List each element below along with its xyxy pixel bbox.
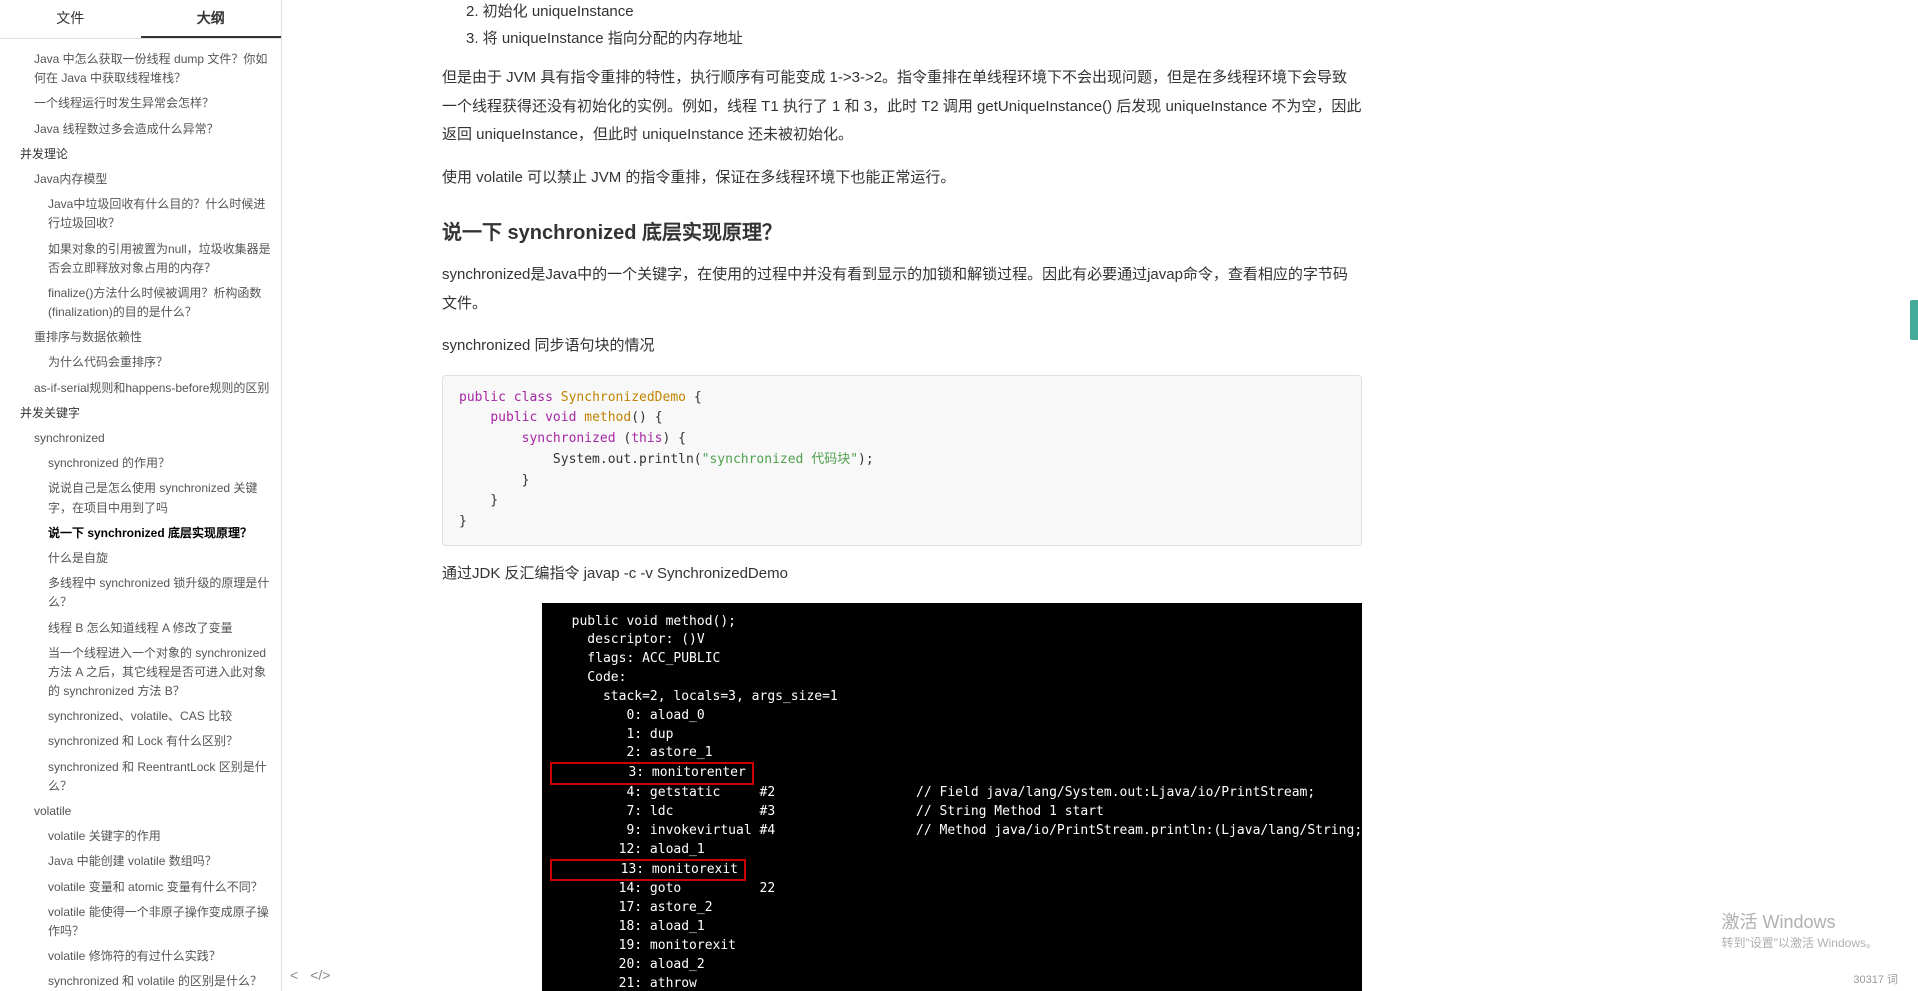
outline-item[interactable]: 为什么代码会重排序？ [0, 350, 281, 375]
app-root: 文件 大纲 Java 中怎么获取一份线程 dump 文件？你如何在 Java 中… [0, 0, 1918, 991]
code-icon[interactable]: </> [310, 967, 330, 983]
heading-sync-principle: 说一下 synchronized 底层实现原理？ [442, 216, 1362, 245]
outline-item[interactable]: volatile 关键字的作用 [0, 824, 281, 849]
tab-outline[interactable]: 大纲 [141, 0, 282, 38]
outline-item[interactable]: as-if-serial规则和happens-before规则的区别 [0, 376, 281, 401]
sidebar: 文件 大纲 Java 中怎么获取一份线程 dump 文件？你如何在 Java 中… [0, 0, 282, 991]
list-item: 3. 将 uniqueInstance 指向分配的内存地址 [466, 27, 1362, 48]
outline-item[interactable]: synchronized 和 ReentrantLock 区别是什么？ [0, 755, 281, 799]
outline-item[interactable]: 多线程中 synchronized 锁升级的原理是什么？ [0, 571, 281, 615]
word-count: 30317 词 [1853, 971, 1898, 987]
outline-item[interactable]: Java内存模型 [0, 167, 281, 192]
outline-item[interactable]: Java中垃圾回收有什么目的？什么时候进行垃圾回收？ [0, 192, 281, 236]
main-content[interactable]: 2. 初始化 uniqueInstance 3. 将 uniqueInstanc… [282, 0, 1918, 991]
tab-file[interactable]: 文件 [0, 0, 141, 38]
outline-item[interactable]: 并发关键字 [0, 401, 281, 426]
paragraph: synchronized 同步语句块的情况 [442, 332, 1362, 361]
highlight-monitorexit: 13: monitorexit [550, 859, 746, 882]
outline-item[interactable]: volatile 能使得一个非原子操作变成原子操作吗？ [0, 900, 281, 944]
paragraph: 但是由于 JVM 具有指令重排的特性，执行顺序有可能变成 1->3->2。指令重… [442, 64, 1362, 150]
outline-item[interactable]: finalize()方法什么时候被调用？析构函数(finalization)的目… [0, 281, 281, 325]
outline-item[interactable]: 当一个线程进入一个对象的 synchronized 方法 A 之后，其它线程是否… [0, 641, 281, 705]
outline-item[interactable]: Java 中能创建 volatile 数组吗？ [0, 849, 281, 874]
paragraph: 通过JDK 反汇编指令 javap -c -v SynchronizedDemo [442, 560, 1362, 589]
outline-item[interactable]: synchronized 和 volatile 的区别是什么？ [0, 969, 281, 991]
outline-item[interactable]: 重排序与数据依赖性 [0, 325, 281, 350]
outline-item[interactable]: volatile 修饰符的有过什么实践？ [0, 944, 281, 969]
outline-item[interactable]: synchronized、volatile、CAS 比较 [0, 704, 281, 729]
outline-item[interactable]: 线程 B 怎么知道线程 A 修改了变量 [0, 616, 281, 641]
outline-item[interactable]: 说一下 synchronized 底层实现原理？ [0, 521, 281, 546]
outline-item[interactable]: synchronized [0, 426, 281, 451]
outline-item[interactable]: Java 线程数过多会造成什么异常？ [0, 117, 281, 142]
ordered-list: 2. 初始化 uniqueInstance 3. 将 uniqueInstanc… [442, 0, 1362, 48]
highlight-monitorenter: 3: monitorenter [550, 762, 754, 785]
scroll-indicator[interactable] [1910, 300, 1918, 340]
outline-item[interactable]: synchronized 的作用？ [0, 451, 281, 476]
outline-item[interactable]: 什么是自旋 [0, 546, 281, 571]
list-item: 2. 初始化 uniqueInstance [466, 0, 1362, 21]
outline-item[interactable]: 如果对象的引用被置为null，垃圾收集器是否会立即释放对象占用的内存？ [0, 237, 281, 281]
outline-item[interactable]: 说说自己是怎么使用 synchronized 关键字，在项目中用到了吗 [0, 476, 281, 520]
outline-item[interactable]: volatile 变量和 atomic 变量有什么不同？ [0, 875, 281, 900]
nav-back-icon[interactable]: < [290, 967, 298, 983]
outline-item[interactable]: Java 中怎么获取一份线程 dump 文件？你如何在 Java 中获取线程堆栈… [0, 47, 281, 91]
bottom-toolbar: < </> [290, 967, 330, 983]
outline-item[interactable]: 并发理论 [0, 142, 281, 167]
outline-item[interactable]: synchronized 和 Lock 有什么区别？ [0, 729, 281, 754]
paragraph: synchronized是Java中的一个关键字，在使用的过程中并没有看到显示的… [442, 261, 1362, 318]
outline-tree[interactable]: Java 中怎么获取一份线程 dump 文件？你如何在 Java 中获取线程堆栈… [0, 39, 281, 991]
sidebar-tabs: 文件 大纲 [0, 0, 281, 39]
code-block-java: public class SynchronizedDemo { public v… [442, 375, 1362, 547]
outline-item[interactable]: volatile [0, 799, 281, 824]
outline-item[interactable]: 一个线程运行时发生异常会怎样？ [0, 91, 281, 116]
paragraph: 使用 volatile 可以禁止 JVM 的指令重排，保证在多线程环境下也能正常… [442, 164, 1362, 193]
terminal-output: public void method(); descriptor: ()V fl… [542, 603, 1362, 991]
